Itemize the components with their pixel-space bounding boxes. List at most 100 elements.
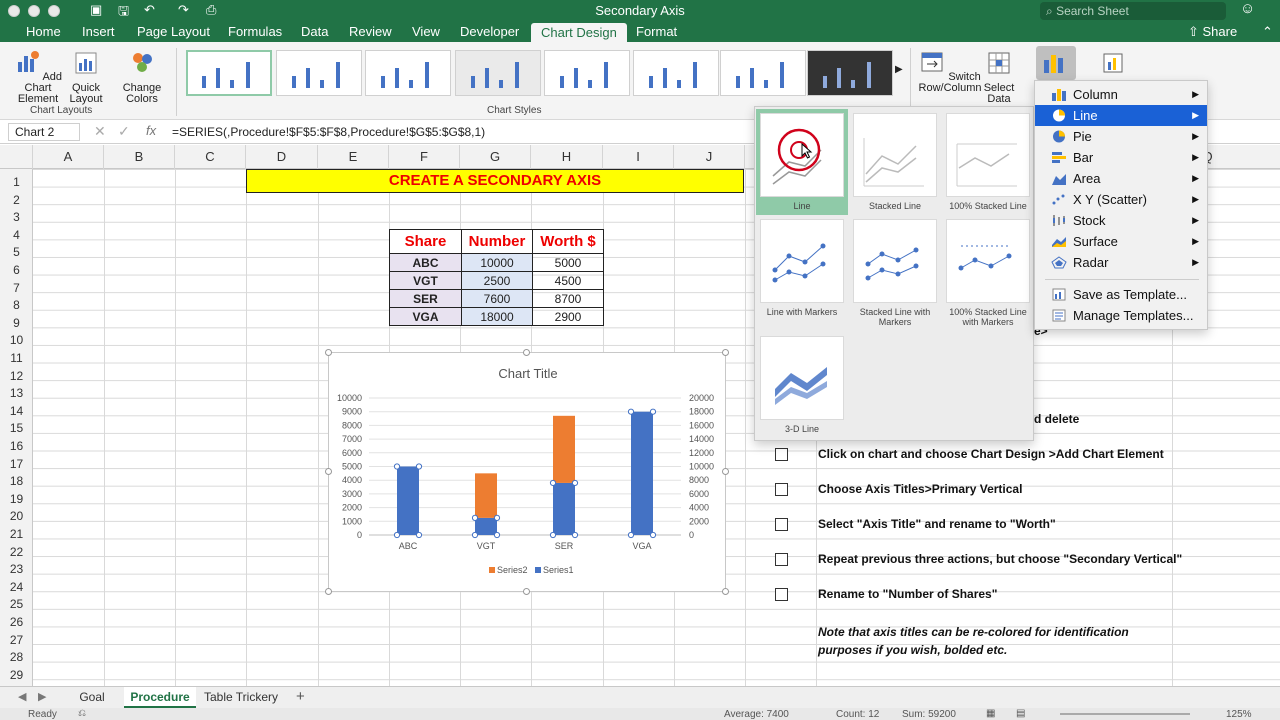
change-chart-type-button[interactable] — [1036, 46, 1076, 80]
row-header-9[interactable]: 9 — [0, 314, 33, 332]
column-header-a[interactable]: A — [33, 145, 104, 169]
tab-formulas[interactable]: Formulas — [228, 24, 282, 42]
tab-data[interactable]: Data — [301, 24, 328, 42]
row-header-11[interactable]: 11 — [0, 349, 33, 367]
normal-view-icon[interactable]: ▦ — [986, 708, 995, 719]
instruction-checkbox[interactable] — [775, 483, 788, 496]
row-header-1[interactable]: 1 — [0, 173, 33, 191]
row-header-22[interactable]: 22 — [0, 543, 33, 561]
row-header-21[interactable]: 21 — [0, 525, 33, 543]
resize-handle[interactable] — [722, 349, 729, 356]
table-cell[interactable]: 7600 — [461, 289, 533, 308]
table-cell[interactable]: VGT — [389, 271, 462, 290]
row-header-3[interactable]: 3 — [0, 208, 33, 226]
menu-item-manage-templates[interactable]: Manage Templates... — [1035, 305, 1207, 326]
row-header-6[interactable]: 6 — [0, 261, 33, 279]
table-cell[interactable]: ABC — [389, 253, 462, 272]
search-sheet-input[interactable]: ⌕ Search Sheet — [1040, 2, 1226, 20]
menu-item-surface[interactable]: Surface ▶ — [1035, 231, 1207, 252]
menu-item-column[interactable]: Column ▶ — [1035, 84, 1207, 105]
sheet-tab-goal[interactable]: Goal — [62, 687, 122, 708]
select-all-corner[interactable] — [0, 145, 33, 169]
add-chart-element-button[interactable]: Add Chart Element — [12, 50, 64, 105]
table-cell[interactable]: 8700 — [532, 289, 604, 308]
resize-handle[interactable] — [523, 588, 530, 595]
cancel-icon[interactable]: ✕ — [94, 123, 106, 140]
row-header-4[interactable]: 4 — [0, 226, 33, 244]
smiley-feedback-icon[interactable]: ☺ — [1240, 0, 1255, 17]
instruction-checkbox[interactable] — [775, 588, 788, 601]
instruction-checkbox[interactable] — [775, 448, 788, 461]
column-header-h[interactable]: H — [531, 145, 603, 169]
embedded-chart[interactable]: Chart Title 10000 9000 8000 7000 6000 5000 4000… — [328, 352, 726, 592]
table-cell[interactable]: SER — [389, 289, 462, 308]
row-header-18[interactable]: 18 — [0, 472, 33, 490]
row-header-5[interactable]: 5 — [0, 243, 33, 261]
chart-type-stacked-line[interactable] — [853, 113, 937, 197]
table-cell[interactable]: 10000 — [461, 253, 533, 272]
column-header-j[interactable]: J — [674, 145, 745, 169]
row-header-13[interactable]: 13 — [0, 384, 33, 402]
table-cell[interactable]: 5000 — [532, 253, 604, 272]
tab-insert[interactable]: Insert — [82, 24, 115, 42]
table-cell[interactable]: 2500 — [461, 271, 533, 290]
menu-item-area[interactable]: Area ▶ — [1035, 168, 1207, 189]
row-header-14[interactable]: 14 — [0, 402, 33, 420]
table-cell[interactable]: 18000 — [461, 307, 533, 326]
previous-sheet-icon[interactable]: ◀ — [18, 690, 26, 703]
row-header-19[interactable]: 19 — [0, 490, 33, 508]
confirm-icon[interactable]: ✓ — [118, 123, 130, 140]
tab-view[interactable]: View — [412, 24, 440, 42]
row-header-2[interactable]: 2 — [0, 191, 33, 209]
row-header-8[interactable]: 8 — [0, 296, 33, 314]
header-worth[interactable]: Worth $ — [532, 229, 604, 254]
select-data-button[interactable]: Select Data — [982, 50, 1016, 105]
row-header-25[interactable]: 25 — [0, 595, 33, 613]
chart-type-100-stacked-line-with-markers[interactable] — [946, 219, 1030, 303]
page-layout-view-icon[interactable]: ▤ — [1016, 708, 1025, 719]
row-header-20[interactable]: 20 — [0, 507, 33, 525]
sheet-tab-table-trickery[interactable]: Table Trickery — [198, 687, 284, 708]
resize-handle[interactable] — [722, 468, 729, 475]
row-header-7[interactable]: 7 — [0, 279, 33, 297]
formula-input[interactable]: =SERIES(,Procedure!$F$5:$F$8,Procedure!$… — [172, 125, 485, 139]
switch-row-column-button[interactable]: Switch Row/Column — [918, 50, 982, 94]
table-cell[interactable]: VGA — [389, 307, 462, 326]
row-header-17[interactable]: 17 — [0, 455, 33, 473]
chart-type-3d-line[interactable] — [760, 336, 844, 420]
name-box[interactable]: Chart 2 — [8, 123, 80, 141]
chart-type-line-with-markers[interactable] — [760, 219, 844, 303]
column-header-d[interactable]: D — [246, 145, 318, 169]
column-header-e[interactable]: E — [318, 145, 389, 169]
collapse-ribbon-icon[interactable]: ⌃ — [1262, 24, 1273, 42]
instruction-checkbox[interactable] — [775, 518, 788, 531]
menu-item-stock[interactable]: Stock ▶ — [1035, 210, 1207, 231]
menu-item-pie[interactable]: Pie ▶ — [1035, 126, 1207, 147]
column-header-c[interactable]: C — [175, 145, 246, 169]
chart-type-100-stacked-line[interactable] — [946, 113, 1030, 197]
row-header-26[interactable]: 26 — [0, 613, 33, 631]
header-share[interactable]: Share — [389, 229, 462, 254]
chart-styles-next-icon[interactable]: ▶ — [895, 64, 903, 75]
macro-record-icon[interactable]: ⎌ — [78, 708, 86, 719]
row-header-24[interactable]: 24 — [0, 578, 33, 596]
row-header-15[interactable]: 15 — [0, 419, 33, 437]
row-header-27[interactable]: 27 — [0, 631, 33, 649]
resize-handle[interactable] — [523, 349, 530, 356]
menu-item-save-as-template[interactable]: Save as Template... — [1035, 284, 1207, 305]
resize-handle[interactable] — [325, 468, 332, 475]
change-colors-button[interactable]: Change Colors — [118, 50, 166, 105]
zoom-slider[interactable] — [1060, 713, 1190, 715]
tab-chart-design[interactable]: Chart Design — [531, 23, 627, 42]
function-icon[interactable]: fx — [146, 123, 156, 138]
share-button[interactable]: ⇧ Share — [1188, 24, 1237, 42]
row-header-16[interactable]: 16 — [0, 437, 33, 455]
row-header-28[interactable]: 28 — [0, 648, 33, 666]
tab-format[interactable]: Format — [636, 24, 677, 42]
row-header-12[interactable]: 12 — [0, 367, 33, 385]
menu-item-line[interactable]: Line ▶ — [1035, 105, 1207, 126]
column-header-i[interactable]: I — [603, 145, 674, 169]
add-sheet-icon[interactable]: + — [296, 688, 305, 705]
row-header-10[interactable]: 10 — [0, 331, 33, 349]
column-header-b[interactable]: B — [104, 145, 175, 169]
